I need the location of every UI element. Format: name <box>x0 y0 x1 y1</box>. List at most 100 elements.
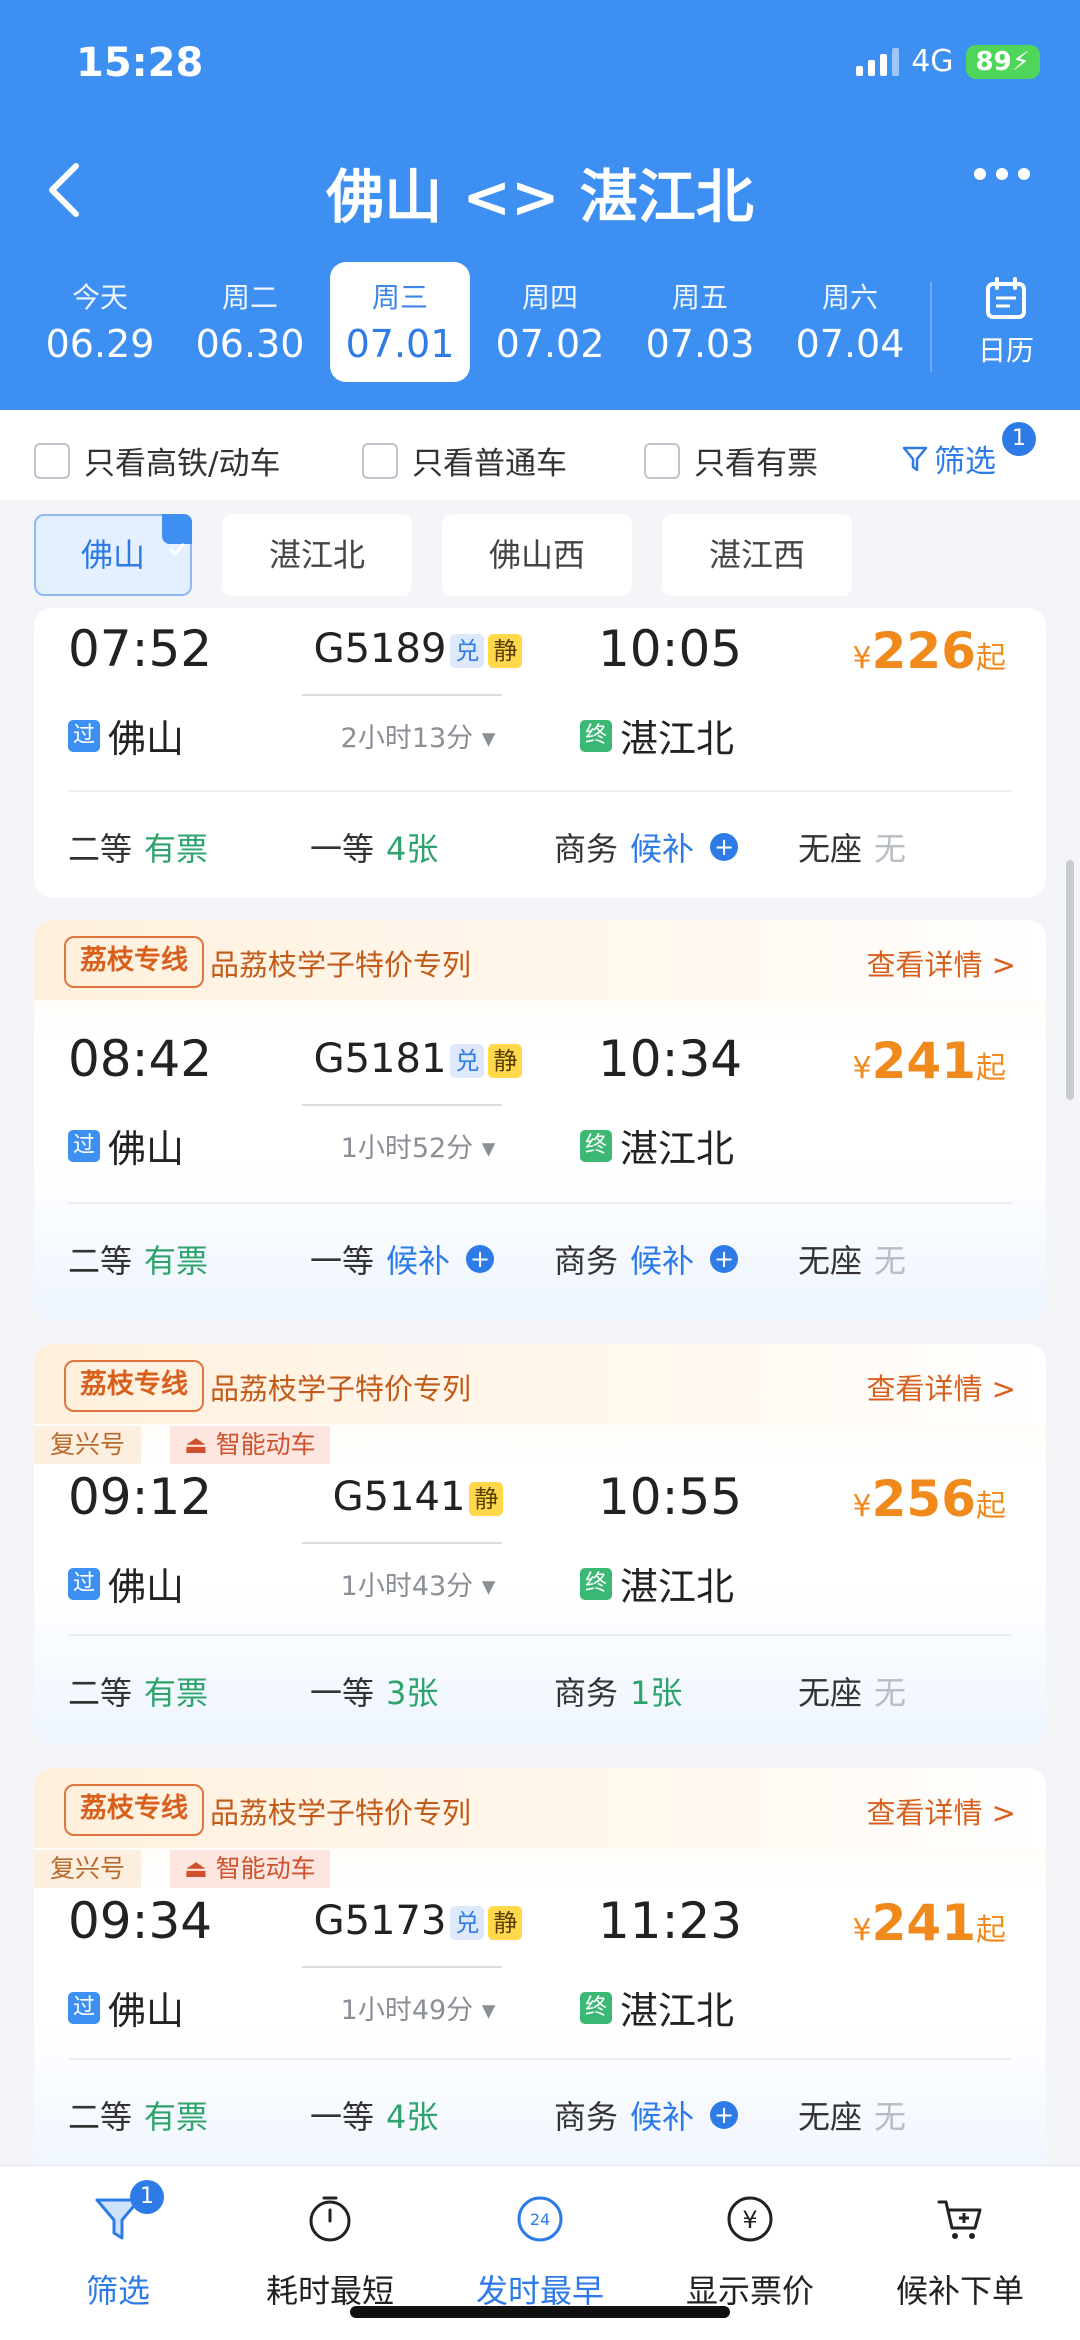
gaotie-only-checkbox[interactable]: 只看高铁/动车 <box>34 438 280 483</box>
train-number-row: G5181 兑静 <box>288 1036 548 1082</box>
seat-status: 无 <box>874 2098 907 2136</box>
show-price-tab[interactable]: ¥ 显示票价 <box>660 2192 840 2312</box>
duration-text: 1小时49分 <box>340 1995 474 2026</box>
from-station: 过佛山 <box>68 1118 184 1173</box>
price-symbol: ¥ <box>852 641 872 676</box>
promo-tag: 荔枝专线 <box>64 1360 204 1412</box>
promo-banner[interactable]: 荔枝专线 品荔枝学子特价专列 查看详情 > <box>34 920 1046 1000</box>
seat-business[interactable]: 商务 候补 + <box>554 2092 739 2138</box>
date-tab-2-selected[interactable]: 周三 07.01 <box>330 262 470 382</box>
station-name: 佛山西 <box>488 536 585 574</box>
sort-shortest-tab[interactable]: 耗时最短 <box>240 2192 420 2312</box>
seat-second-class: 二等 有票 <box>68 2092 208 2138</box>
date-tab-0[interactable]: 今天 06.29 <box>30 262 170 382</box>
seat-name: 无座 <box>798 1674 863 1712</box>
available-only-checkbox[interactable]: 只看有票 <box>644 438 818 483</box>
train-card[interactable]: 荔枝专线 品荔枝学子特价专列 查看详情 > 复兴号 ⏏ 智能动车 09:12 G… <box>34 1344 1046 1744</box>
putong-only-checkbox[interactable]: 只看普通车 <box>362 438 567 483</box>
terminal-badge: 终 <box>580 719 612 752</box>
seat-status: 候补 <box>630 2098 695 2136</box>
waitlist-order-tab[interactable]: 候补下单 <box>870 2192 1050 2312</box>
promo-details-link[interactable]: 查看详情 > <box>866 1790 1016 1832</box>
chevron-down-icon: ▾ <box>481 1133 496 1164</box>
seat-status: 候补 <box>630 830 695 868</box>
date-day: 07.03 <box>645 322 755 366</box>
train-card[interactable]: 荔枝专线 品荔枝学子特价专列 查看详情 > 复兴号 ⏏ 智能动车 09:34 G… <box>34 1768 1046 2165</box>
seat-business[interactable]: 商务 候补 + <box>554 824 739 870</box>
departure-time: 08:42 <box>68 1030 213 1088</box>
cart-icon <box>937 2200 982 2239</box>
clock-24-text: 24 <box>530 2210 550 2229</box>
date-tab-5[interactable]: 周六 07.04 <box>780 262 920 382</box>
train-card[interactable]: 07:52 G5189 兑静 10:05 ¥226起 过佛山 2小时13分 ▾ 终… <box>34 608 1046 898</box>
duration[interactable]: 2小时13分 ▾ <box>288 716 548 755</box>
train-list-area: 只看高铁/动车 只看普通车 只看有票 筛选 1 佛山 湛江北 佛山西 湛江西 0… <box>0 410 1080 2165</box>
home-indicator[interactable] <box>350 2306 730 2318</box>
price: ¥241起 <box>853 1894 1006 1952</box>
chevron-down-icon: ▾ <box>481 1995 496 2026</box>
promo-details-link[interactable]: 查看详情 > <box>866 1366 1016 1408</box>
checkbox-label: 只看普通车 <box>412 446 567 482</box>
scrollbar[interactable] <box>1066 860 1074 1100</box>
seat-first-class[interactable]: 一等 候补 + <box>310 1236 495 1282</box>
seat-second-class: 二等 有票 <box>68 1668 208 1714</box>
promo-banner[interactable]: 荔枝专线 品荔枝学子特价专列 查看详情 > <box>34 1768 1046 1848</box>
station-chip[interactable]: 湛江北 <box>222 514 412 596</box>
duration[interactable]: 1小时43分 ▾ <box>288 1564 548 1603</box>
duration[interactable]: 1小时49分 ▾ <box>288 1988 548 2027</box>
date-tab-3[interactable]: 周四 07.02 <box>480 262 620 382</box>
date-tab-1[interactable]: 周二 06.30 <box>180 262 320 382</box>
pass-badge: 过 <box>68 1991 100 2024</box>
train-number-row: G5141 静 <box>288 1474 548 1520</box>
seat-status: 4张 <box>386 830 439 868</box>
price: ¥256起 <box>853 1470 1006 1528</box>
seat-second-class: 二等 有票 <box>68 1236 208 1282</box>
price-symbol: ¥ <box>852 1051 872 1086</box>
arrival-time: 10:34 <box>598 1030 743 1088</box>
seat-name: 无座 <box>798 830 863 868</box>
date-weekday: 周五 <box>671 281 728 314</box>
battery-icon: 89⚡ <box>965 44 1040 79</box>
more-icon[interactable] <box>974 168 1030 180</box>
plus-icon: + <box>466 1245 495 1273</box>
promo-details-link[interactable]: 查看详情 > <box>866 942 1016 984</box>
seat-business[interactable]: 商务 候补 + <box>554 1236 739 1282</box>
sort-earliest-tab[interactable]: 24 发时最早 <box>450 2192 630 2312</box>
filter-button[interactable]: 筛选 <box>902 436 996 481</box>
station-chip-selected[interactable]: 佛山 <box>34 514 192 596</box>
seat-name: 商务 <box>554 830 619 868</box>
date-weekday: 周六 <box>821 281 878 314</box>
train-number: G5189 <box>313 626 447 672</box>
smart-emu-tag: ⏏ 智能动车 <box>170 1850 330 1888</box>
date-weekday: 周二 <box>221 281 278 314</box>
arrival-time: 10:05 <box>598 620 743 678</box>
date-tab-4[interactable]: 周五 07.03 <box>630 262 770 382</box>
from-station: 过佛山 <box>68 1980 184 2035</box>
date-day: 07.04 <box>795 322 905 366</box>
station-name: 湛江西 <box>708 536 805 574</box>
station-chip[interactable]: 湛江西 <box>662 514 852 596</box>
fuxing-tag: 复兴号 <box>34 1426 142 1464</box>
train-card[interactable]: 荔枝专线 品荔枝学子特价专列 查看详情 > 08:42 G5181 兑静 10:3… <box>34 920 1046 1320</box>
promo-banner[interactable]: 荔枝专线 品荔枝学子特价专列 查看详情 > <box>34 1344 1046 1424</box>
duration-text: 1小时52分 <box>340 1133 474 1164</box>
route-line <box>302 694 502 696</box>
yen-icon: ¥ <box>727 2196 773 2242</box>
seat-first-class: 一等 3张 <box>310 1668 438 1714</box>
seat-status: 有票 <box>144 1242 209 1280</box>
filter-tab[interactable]: 筛选 <box>28 2192 208 2312</box>
date-weekday: 周三 <box>371 281 428 314</box>
arrival-time: 11:23 <box>598 1892 743 1950</box>
exchange-badge: 兑 <box>450 1906 485 1940</box>
calendar-button[interactable]: 日历 <box>966 276 1046 369</box>
from-station-name: 佛山 <box>108 1127 185 1171</box>
duration[interactable]: 1小时52分 ▾ <box>288 1126 548 1165</box>
station-chip[interactable]: 佛山西 <box>442 514 632 596</box>
station-name: 湛江北 <box>268 536 365 574</box>
promo-text: 品荔枝学子特价专列 <box>210 948 472 982</box>
seat-no-seat: 无座无 <box>798 1668 906 1714</box>
to-station: 终湛江北 <box>580 1980 734 2035</box>
train-number-row: G5173 兑静 <box>288 1898 548 1944</box>
svg-text:¥: ¥ <box>742 2206 757 2234</box>
pass-badge: 过 <box>68 719 100 752</box>
